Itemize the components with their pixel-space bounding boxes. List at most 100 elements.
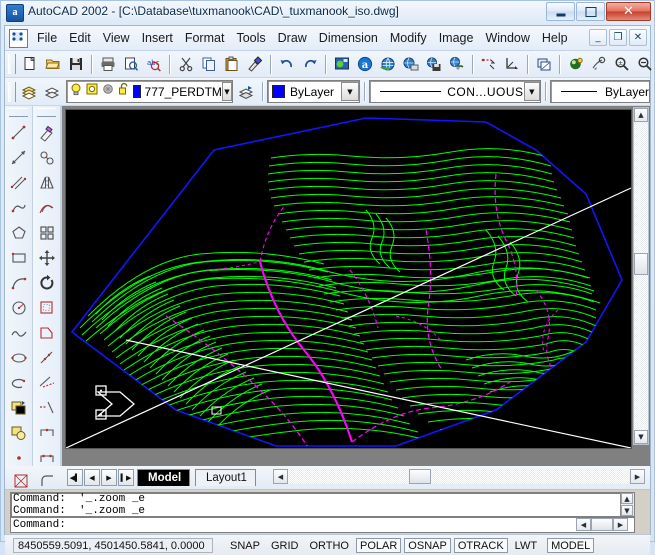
command-hscroll-thumb[interactable] [591,518,613,531]
line-icon[interactable] [7,120,31,145]
status-toggle-otrack[interactable]: OTRACK [453,537,508,553]
mdi-minimize-button[interactable]: _ [589,29,607,46]
menu-dimension[interactable]: Dimension [313,28,384,48]
pan-realtime-icon[interactable] [564,53,587,75]
menu-window[interactable]: Window [479,28,535,48]
layer-previous-icon[interactable] [235,81,258,103]
status-toggle-polar[interactable]: POLAR [356,537,402,553]
erase-icon[interactable] [35,120,59,145]
command-hscroll-left-button[interactable]: ◀ [576,518,591,531]
unlocked-padlock-icon[interactable] [117,82,131,101]
status-toggle-snap[interactable]: SNAP [226,538,264,553]
command-history[interactable]: Command: '_.zoom _e Command: '_.zoom _e … [10,492,635,517]
command-scroll-up-button[interactable]: ▲ [621,493,633,504]
stretch-icon[interactable] [35,320,59,345]
rotate-icon[interactable] [35,270,59,295]
command-scroll-down-button[interactable]: ▼ [621,505,633,516]
menu-help[interactable]: Help [536,28,574,48]
command-history-scrollbar[interactable]: ▲ ▼ [620,493,634,516]
scale-icon[interactable] [35,295,59,320]
close-button[interactable]: ✕ [606,2,651,21]
status-toggle-lwt[interactable]: LWT [511,538,541,553]
status-toggle-grid[interactable]: GRID [267,538,303,553]
mirror-icon[interactable] [35,170,59,195]
menu-view[interactable]: View [97,28,136,48]
meet-now-icon[interactable] [376,53,399,75]
lengthen-icon[interactable] [35,345,59,370]
toolbar-grip[interactable] [37,108,56,117]
insert-block-icon[interactable] [7,395,31,420]
dist-icon[interactable] [477,53,500,75]
menu-format[interactable]: Format [179,28,231,48]
menu-image[interactable]: Image [433,28,480,48]
command-hscroll-right-button[interactable]: ▶ [613,518,628,531]
command-prompt-line[interactable]: Command: ◀ ▶ [10,517,635,533]
arc-icon[interactable] [7,270,31,295]
tab-first-button[interactable]: ◀▍ [67,469,83,486]
color-control-combo[interactable]: ByLayer ▼ [267,80,360,103]
tab-layout1[interactable]: Layout1 [195,469,256,486]
lineweight-control-combo[interactable]: ByLayer [549,80,650,103]
print-preview-icon[interactable] [119,53,142,75]
launch-browser-icon[interactable] [330,53,353,75]
copy-icon[interactable] [197,53,220,75]
circle-icon[interactable] [7,295,31,320]
vertical-scroll-thumb[interactable] [634,253,648,275]
print-icon[interactable] [96,53,119,75]
horizontal-scroll-track[interactable] [288,469,629,484]
menu-insert[interactable]: Insert [136,28,179,48]
undo-icon[interactable] [275,53,298,75]
coordinate-display[interactable]: 8450559.5091, 4501450.5841, 0.0000 [13,537,213,553]
redo-icon[interactable] [298,53,321,75]
menu-modify[interactable]: Modify [384,28,433,48]
sun-freeze-icon[interactable] [85,82,99,101]
cut-icon[interactable] [174,53,197,75]
trim-icon[interactable] [35,370,59,395]
named-views-icon[interactable] [532,53,555,75]
scroll-up-button[interactable]: ▲ [634,108,648,122]
new-icon[interactable] [18,53,41,75]
toolbar-grip[interactable] [9,108,28,117]
polyline-icon[interactable] [7,195,31,220]
polygon-icon[interactable] [7,220,31,245]
command-line-hscrollbar[interactable]: ◀ ▶ [576,518,634,532]
ellipse-arc-icon[interactable] [7,370,31,395]
menu-file[interactable]: File [31,28,63,48]
scroll-down-button[interactable]: ▼ [634,430,648,444]
spline-icon[interactable] [7,320,31,345]
tab-model[interactable]: Model [137,469,191,486]
spelling-icon[interactable]: abc [142,53,165,75]
linetype-dropdown-arrow[interactable]: ▼ [523,82,540,101]
horizontal-scroll-thumb[interactable] [409,469,431,484]
lightbulb-on-icon[interactable] [69,82,83,101]
ucs-icon[interactable] [500,53,523,75]
maximize-button[interactable] [576,2,605,21]
paste-icon[interactable] [220,53,243,75]
match-properties-icon[interactable] [243,53,266,75]
mdi-restore-button[interactable]: ❐ [609,29,627,46]
mdi-close-button[interactable]: ✕ [629,29,647,46]
vertical-scroll-track[interactable] [634,122,648,430]
color-dropdown-arrow[interactable]: ▼ [340,82,359,101]
multiline-icon[interactable] [7,170,31,195]
ellipse-icon[interactable] [7,345,31,370]
break-icon[interactable] [35,420,59,445]
scroll-left-button[interactable]: ◀ [273,469,288,484]
menu-edit[interactable]: Edit [63,28,97,48]
construction-line-icon[interactable] [7,145,31,170]
scroll-right-button[interactable]: ▶ [630,469,645,484]
etransmit-icon[interactable] [422,53,445,75]
zoom-window-icon[interactable]: ± [610,53,633,75]
status-toggle-osnap[interactable]: OSNAP [404,537,451,553]
layers-dialog-icon[interactable] [41,81,64,103]
layer-dropdown-arrow[interactable]: ▼ [221,82,232,101]
tab-last-button[interactable]: ▍▶ [118,469,134,486]
linetype-control-combo[interactable]: CON...UOUS ▼ [368,80,541,103]
rectangle-icon[interactable] [7,245,31,270]
array-icon[interactable] [35,220,59,245]
copy-object-icon[interactable] [35,145,59,170]
zoom-previous-icon[interactable] [633,53,655,75]
toolbar-grip[interactable] [8,81,16,102]
zoom-realtime-icon[interactable] [587,53,610,75]
status-toggle-ortho[interactable]: ORTHO [305,538,353,553]
